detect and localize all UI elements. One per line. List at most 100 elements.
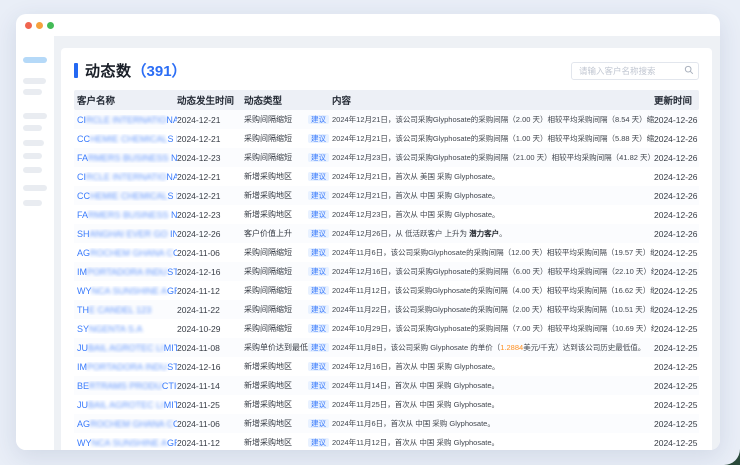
suggestion-badge: 建议 (308, 419, 332, 429)
page-title-text: 动态数 (85, 60, 132, 81)
customer-name-link[interactable]: FARMERS BUSINESS NET... (77, 153, 177, 163)
customer-name-link[interactable]: JUBAIL AGROTEC LIMITED (77, 343, 177, 353)
suggestion-badge: 建议 (308, 381, 332, 391)
event-time: 2024-11-12 (177, 438, 244, 448)
customer-name-link[interactable]: WYNCA SUNSHINE AGRIC ... (77, 438, 177, 448)
update-time: 2024-12-26 (654, 210, 699, 220)
dynamic-type: 采购间隔缩短 (244, 247, 308, 258)
dynamic-content: 2024年10月29日，该公司采购Glyphosate的采购间隔（7.00 天）… (332, 323, 654, 334)
customer-name-link[interactable]: FARMERS BUSINESS NET... (77, 210, 177, 220)
col-header-customer: 客户名称 (77, 93, 177, 107)
customer-name-link[interactable]: AGROCHEM GHANA COMPA... (77, 419, 177, 429)
customer-name-link[interactable]: JUBAIL AGROTEC LIMITED (77, 400, 177, 410)
sidebar-item[interactable] (23, 167, 42, 173)
suggestion-badge: 建议 (308, 153, 332, 163)
event-time: 2024-11-22 (177, 305, 244, 315)
update-time: 2024-12-26 (654, 172, 699, 182)
dynamics-count: （391） (132, 60, 187, 81)
event-time: 2024-11-06 (177, 248, 244, 258)
suggestion-badge: 建议 (308, 324, 332, 334)
dynamic-type: 新增采购地区 (244, 399, 308, 410)
dynamic-type: 采购间隔缩短 (244, 304, 308, 315)
event-time: 2024-11-14 (177, 381, 244, 391)
suggestion-badge: 建议 (308, 134, 332, 144)
dynamic-type: 新增采购地区 (244, 171, 308, 182)
update-time: 2024-12-25 (654, 362, 699, 372)
customer-name-link[interactable]: IMPORTADORA INDUSTRIA... (77, 267, 177, 277)
table-row: WYNCA SUNSHINE AGRIC ... 2024-11-12 新增采购… (74, 433, 699, 450)
sidebar-item-active[interactable] (23, 57, 47, 63)
dynamic-content: 2024年11月12日，首次从 中国 采购 Glyphosate。 (332, 437, 654, 448)
table-header: 客户名称 动态发生时间 动态类型 内容 更新时间 (74, 90, 699, 110)
search-input[interactable] (571, 62, 699, 80)
dynamic-content: 2024年12月16日，首次从 中国 采购 Glyphosate。 (332, 361, 654, 372)
update-time: 2024-12-26 (654, 115, 699, 125)
suggestion-badge: 建议 (308, 286, 332, 296)
customer-name-link[interactable]: CIRCLE INTERNATIONAL L... (77, 115, 177, 125)
dynamic-content: 2024年12月21日，该公司采购Glyphosate的采购间隔（2.00 天）… (332, 114, 654, 125)
update-time: 2024-12-25 (654, 267, 699, 277)
dynamic-type: 新增采购地区 (244, 361, 308, 372)
table-row: CIRCLE INTERNATIONAL L... 2024-12-21 新增采… (74, 167, 699, 186)
col-header-event-time: 动态发生时间 (177, 93, 244, 107)
dynamic-type: 采购间隔缩短 (244, 133, 308, 144)
customer-name-link[interactable]: CCHEMIE CHEMICALS LLC (77, 134, 177, 144)
event-time: 2024-12-26 (177, 229, 244, 239)
sidebar-item[interactable] (23, 153, 42, 159)
dynamic-type: 新增采购地区 (244, 380, 308, 391)
dynamic-type: 采购间隔缩短 (244, 114, 308, 125)
update-time: 2024-12-25 (654, 324, 699, 334)
event-time: 2024-12-16 (177, 267, 244, 277)
dynamic-content: 2024年11月25日，首次从 中国 采购 Glyphosate。 (332, 399, 654, 410)
dynamic-content: 2024年11月14日，首次从 中国 采购 Glyphosate。 (332, 380, 654, 391)
table-row: AGROCHEM GHANA COMPA... 2024-11-06 新增采购地… (74, 414, 699, 433)
customer-name-link[interactable]: SYNGENTA S.A (77, 324, 177, 334)
sidebar-item[interactable] (23, 78, 46, 84)
customer-name-link[interactable]: THE CANDEL 123 (77, 305, 177, 315)
sidebar-item[interactable] (23, 200, 42, 206)
search-icon[interactable] (684, 65, 694, 75)
event-time: 2024-11-06 (177, 419, 244, 429)
maximize-button[interactable] (47, 22, 54, 29)
customer-name-link[interactable]: AGROCHEM GHANA COMPA... (77, 248, 177, 258)
table-row: CCHEMIE CHEMICALS LLC 2024-12-21 新增采购地区 … (74, 186, 699, 205)
table-row: JUBAIL AGROTEC LIMITED 2024-11-25 新增采购地区… (74, 395, 699, 414)
dynamic-type: 采购间隔缩短 (244, 152, 308, 163)
minimize-button[interactable] (36, 22, 43, 29)
suggestion-badge: 建议 (308, 229, 332, 239)
customer-name-link[interactable]: CCHEMIE CHEMICALS LLC (77, 191, 177, 201)
customer-name-link[interactable]: SHANGHAI EVER GO INTER... (77, 229, 177, 239)
col-header-content: 内容 (332, 93, 654, 107)
sidebar-item[interactable] (23, 185, 47, 191)
sidebar-item[interactable] (23, 125, 42, 131)
dynamic-content: 2024年11月8日，该公司采购 Glyphosate 的单价（1.2884美元… (332, 342, 654, 353)
suggestion-badge: 建议 (308, 267, 332, 277)
update-time: 2024-12-25 (654, 381, 699, 391)
window-titlebar (16, 14, 720, 36)
table-row: FARMERS BUSINESS NET... 2024-12-23 新增采购地… (74, 205, 699, 224)
table-row: CIRCLE INTERNATIONAL L... 2024-12-21 采购间… (74, 110, 699, 129)
close-button[interactable] (25, 22, 32, 29)
customer-name-link[interactable]: IMPORTADORA INDUSTRIA... (77, 362, 177, 372)
table-row: AGROCHEM GHANA COMPA... 2024-11-06 采购间隔缩… (74, 243, 699, 262)
customer-name-link[interactable]: WYNCA SUNSHINE AGRIC ... (77, 286, 177, 296)
customer-search (571, 61, 699, 80)
sidebar-item[interactable] (23, 140, 44, 146)
sidebar-item[interactable] (23, 113, 47, 119)
dynamic-content: 2024年12月21日，首次从 美国 采购 Glyphosate。 (332, 171, 654, 182)
sidebar-item[interactable] (23, 89, 42, 95)
col-header-updated: 更新时间 (654, 93, 699, 107)
table-row: IMPORTADORA INDUSTRIA... 2024-12-16 采购间隔… (74, 262, 699, 281)
suggestion-badge: 建议 (308, 210, 332, 220)
table-row: CCHEMIE CHEMICALS LLC 2024-12-21 采购间隔缩短 … (74, 129, 699, 148)
table-row: SYNGENTA S.A 2024-10-29 采购间隔缩短 建议 2024年1… (74, 319, 699, 338)
update-time: 2024-12-26 (654, 153, 699, 163)
dynamic-type: 采购间隔缩短 (244, 266, 308, 277)
suggestion-badge: 建议 (308, 343, 332, 353)
customer-name-link[interactable]: BERTRAMS PRODUCTIO... (77, 381, 177, 391)
col-header-type: 动态类型 (244, 93, 332, 107)
customer-name-link[interactable]: CIRCLE INTERNATIONAL L... (77, 172, 177, 182)
table-row: JUBAIL AGROTEC LIMITED 2024-11-08 采购单价达到… (74, 338, 699, 357)
update-time: 2024-12-26 (654, 191, 699, 201)
update-time: 2024-12-25 (654, 248, 699, 258)
